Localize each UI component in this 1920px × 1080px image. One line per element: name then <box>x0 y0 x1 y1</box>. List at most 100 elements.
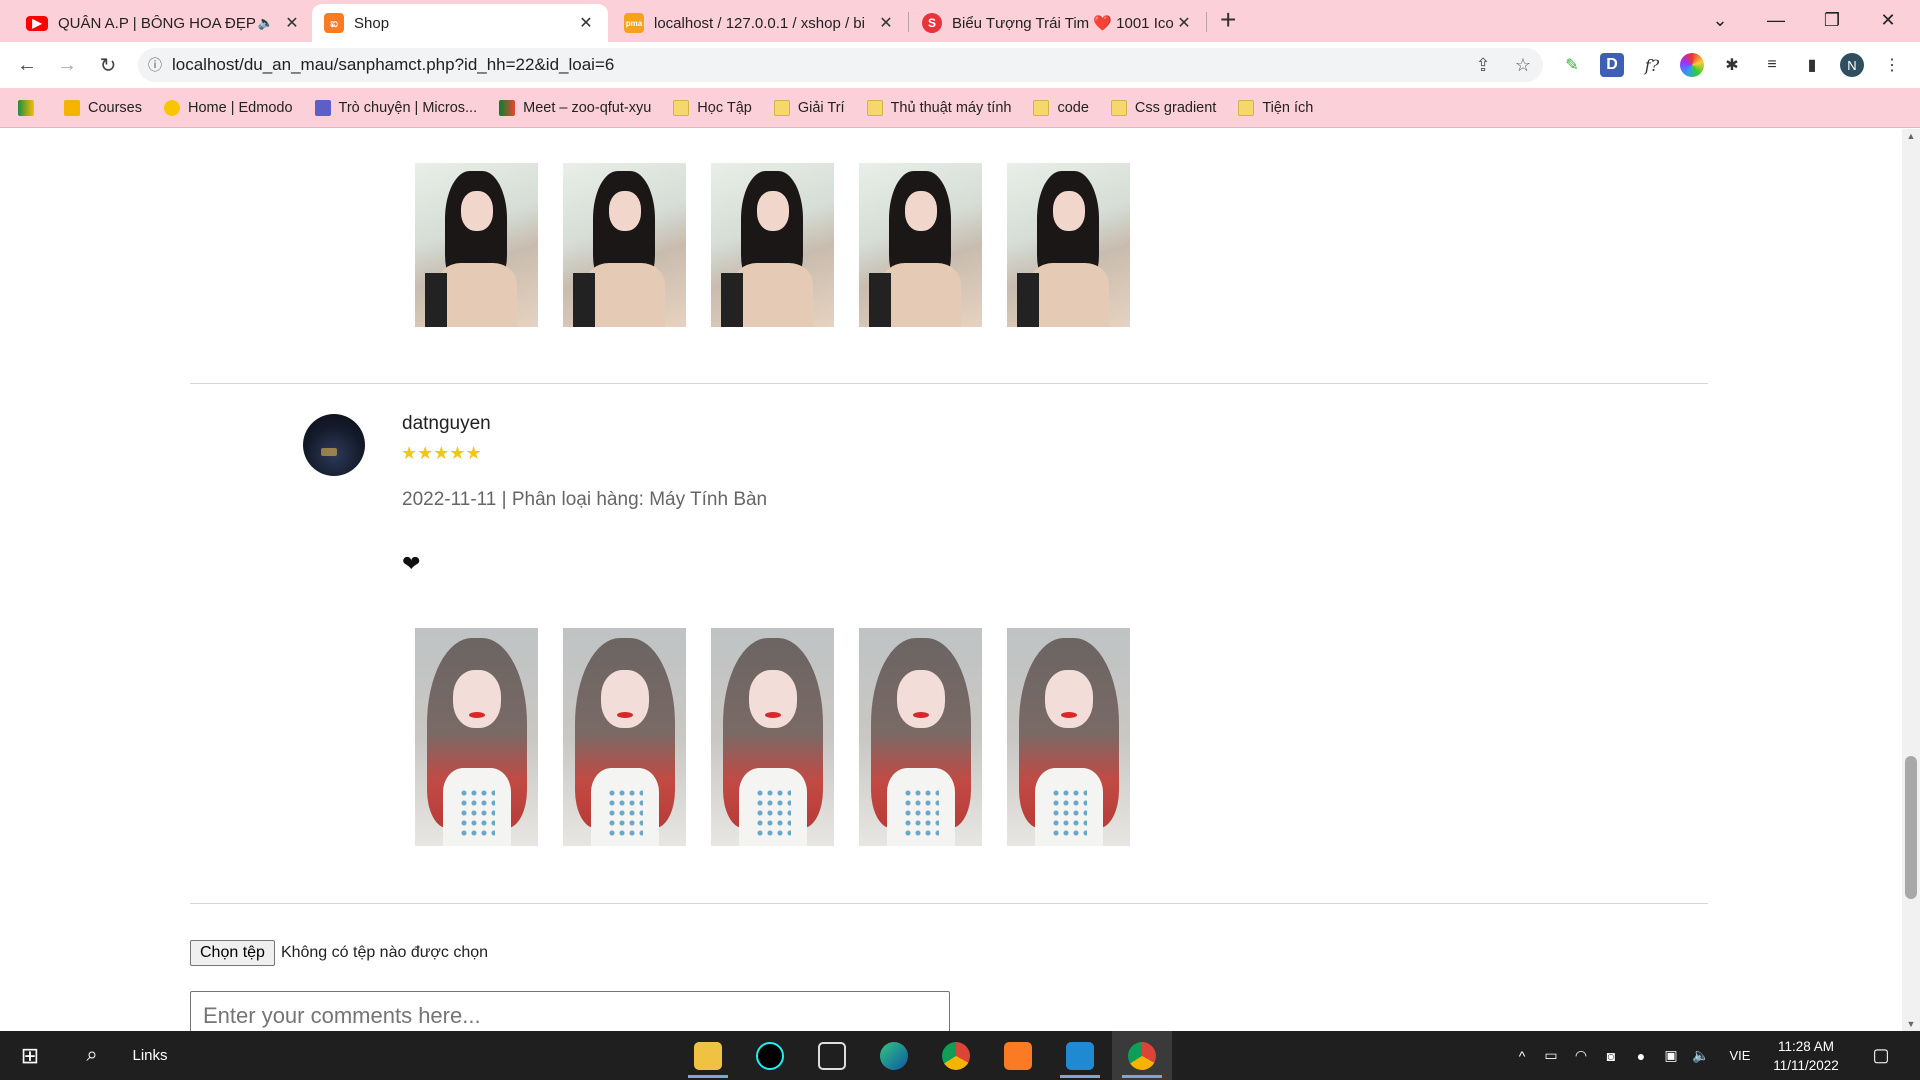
windows-start-icon[interactable]: ⊞ <box>10 1031 50 1080</box>
new-tab-button[interactable]: + <box>1220 6 1236 34</box>
minimize-button[interactable]: — <box>1748 0 1804 40</box>
review-photo[interactable] <box>563 163 686 327</box>
close-tab-icon[interactable]: ✕ <box>876 13 896 33</box>
folder-icon <box>773 99 790 116</box>
tiktok-icon <box>756 1041 784 1070</box>
bookmark-folder-thu-thuat[interactable]: Thủ thuật máy tính <box>866 99 1012 116</box>
close-tab-icon[interactable]: ✕ <box>282 13 302 33</box>
media-control-icon[interactable]: ≡ <box>1760 53 1784 77</box>
bookmark-folder-giai-tri[interactable]: Giải Trí <box>773 99 845 116</box>
url-input[interactable] <box>172 55 1463 75</box>
xampp-app[interactable] <box>988 1031 1048 1080</box>
edge-app[interactable] <box>864 1031 924 1080</box>
scroll-down-arrow-icon[interactable]: ▼ <box>1902 1019 1920 1029</box>
bookmark-label: Home | Edmodo <box>188 99 293 116</box>
clock[interactable]: 11:28 AM 11/11/2022 <box>1764 1031 1848 1080</box>
tab-title: Biểu Tượng Trái Tim ❤️ 1001 Ico <box>952 15 1174 32</box>
language-indicator[interactable]: VIE <box>1722 1031 1758 1080</box>
extension-colorful-icon[interactable]: ✎ <box>1560 53 1584 77</box>
scrollbar-thumb[interactable] <box>1905 756 1917 899</box>
bookmark-label: Css gradient <box>1134 99 1217 116</box>
tab-phpmyadmin[interactable]: pma localhost / 127.0.0.1 / xshop / bi ✕ <box>612 4 908 42</box>
wifi-icon[interactable]: ◠ <box>1570 1031 1592 1080</box>
camera-icon[interactable]: ◙ <box>1600 1031 1622 1080</box>
review-divider <box>190 383 1708 384</box>
bookmark-label: code <box>1057 99 1089 116</box>
microphone-icon[interactable]: ● <box>1630 1031 1652 1080</box>
notifications-icon[interactable]: ▢ <box>1866 1031 1896 1080</box>
bookmark-google-meet[interactable] <box>18 99 42 116</box>
address-bar[interactable]: ⓘ ⇪ ☆ <box>138 48 1543 82</box>
reload-icon[interactable]: ↻ <box>93 50 123 80</box>
battery-icon[interactable]: ▭ <box>1540 1031 1562 1080</box>
search-icon[interactable]: ⌕ <box>72 1031 112 1080</box>
tab-search-icon[interactable]: ⌄ <box>1692 0 1748 40</box>
review-images <box>415 628 1130 846</box>
tiktok-app[interactable] <box>740 1031 800 1080</box>
teams-icon <box>314 99 331 116</box>
bookmark-courses[interactable]: Courses <box>64 99 142 116</box>
tab-youtube[interactable]: ▶ QUÂN A.P | BÔNG HOA ĐẸP 🔈 ✕ <box>14 4 314 42</box>
review-photo[interactable] <box>711 163 834 327</box>
bookmark-meet[interactable]: Meet – zoo-qfut-xyu <box>499 99 651 116</box>
links-label[interactable]: Links <box>120 1031 180 1080</box>
site-info-icon[interactable]: ⓘ <box>138 55 172 75</box>
side-panel-icon[interactable]: ▮ <box>1800 53 1824 77</box>
profile-avatar[interactable]: N <box>1840 53 1864 77</box>
reviewer-name: datnguyen <box>402 413 491 434</box>
bookmark-label: Thủ thuật máy tính <box>890 99 1012 116</box>
close-window-button[interactable]: ✕ <box>1860 0 1916 40</box>
comment-input[interactable] <box>190 991 950 1031</box>
bookmark-label: Courses <box>88 99 142 116</box>
restore-button[interactable]: ❐ <box>1804 0 1860 40</box>
review-photo[interactable] <box>859 628 982 846</box>
review-photo[interactable] <box>711 628 834 846</box>
extensions-puzzle-icon[interactable]: ✱ <box>1720 53 1744 77</box>
xampp-icon <box>1004 1041 1032 1070</box>
bookmark-folder-hoc-tap[interactable]: Học Tập <box>673 99 752 116</box>
show-hidden-icons-icon[interactable]: ^ <box>1512 1031 1532 1080</box>
bookmark-folder-tien-ich[interactable]: Tiện ích <box>1238 99 1314 116</box>
forward-icon[interactable]: → <box>52 50 82 80</box>
screen-icon[interactable]: ▣ <box>1660 1031 1682 1080</box>
bookmark-folder-code[interactable]: code <box>1033 99 1089 116</box>
bookmark-star-icon[interactable]: ☆ <box>1503 55 1543 76</box>
chrome-icon <box>942 1041 970 1070</box>
color-picker-icon[interactable] <box>1680 53 1704 77</box>
chrome-profile-app[interactable] <box>1112 1031 1172 1080</box>
review-photo[interactable] <box>415 628 538 846</box>
review-photo[interactable] <box>1007 163 1130 327</box>
share-icon[interactable]: ⇪ <box>1463 55 1503 76</box>
back-icon[interactable]: ← <box>12 50 42 80</box>
tab-shop[interactable]: ಐ Shop ✕ <box>312 4 608 42</box>
close-tab-icon[interactable]: ✕ <box>576 13 596 33</box>
speaker-icon[interactable]: 🔈 <box>258 15 274 31</box>
review-photo[interactable] <box>563 628 686 846</box>
bookmark-teams[interactable]: Trò chuyện | Micros... <box>314 99 478 116</box>
site-s-icon: S <box>922 13 942 33</box>
tab-heart-icons[interactable]: S Biểu Tượng Trái Tim ❤️ 1001 Ico ✕ <box>910 4 1206 42</box>
menu-kebab-icon[interactable]: ⋮ <box>1880 53 1904 77</box>
review-photo[interactable] <box>859 163 982 327</box>
bookmarks-bar: Courses Home | Edmodo Trò chuyện | Micro… <box>0 88 1920 128</box>
page-scrollbar[interactable]: ▲ ▼ <box>1902 129 1920 1031</box>
file-explorer-app[interactable] <box>678 1031 738 1080</box>
vscode-app[interactable] <box>1050 1031 1110 1080</box>
bookmark-label: Trò chuyện | Micros... <box>338 99 478 116</box>
review-content: ❤ <box>402 551 421 576</box>
review-photo[interactable] <box>415 163 538 327</box>
vscode-icon <box>1066 1041 1094 1070</box>
scroll-up-arrow-icon[interactable]: ▲ <box>1902 131 1920 141</box>
bookmark-folder-css-gradient[interactable]: Css gradient <box>1110 99 1217 116</box>
inbox-app[interactable] <box>802 1031 862 1080</box>
bookmark-edmodo[interactable]: Home | Edmodo <box>164 99 293 116</box>
volume-icon[interactable]: 🔈 <box>1690 1031 1712 1080</box>
review-photo[interactable] <box>1007 628 1130 846</box>
chrome-app[interactable] <box>926 1031 986 1080</box>
close-tab-icon[interactable]: ✕ <box>1174 13 1194 33</box>
extension-d-icon[interactable]: D <box>1600 53 1624 77</box>
extension-fonts-icon[interactable]: f? <box>1640 53 1664 77</box>
bookmark-label: Học Tập <box>697 99 752 116</box>
bookmark-label: Tiện ích <box>1262 99 1314 116</box>
choose-file-button[interactable]: Chọn tệp <box>190 940 275 966</box>
